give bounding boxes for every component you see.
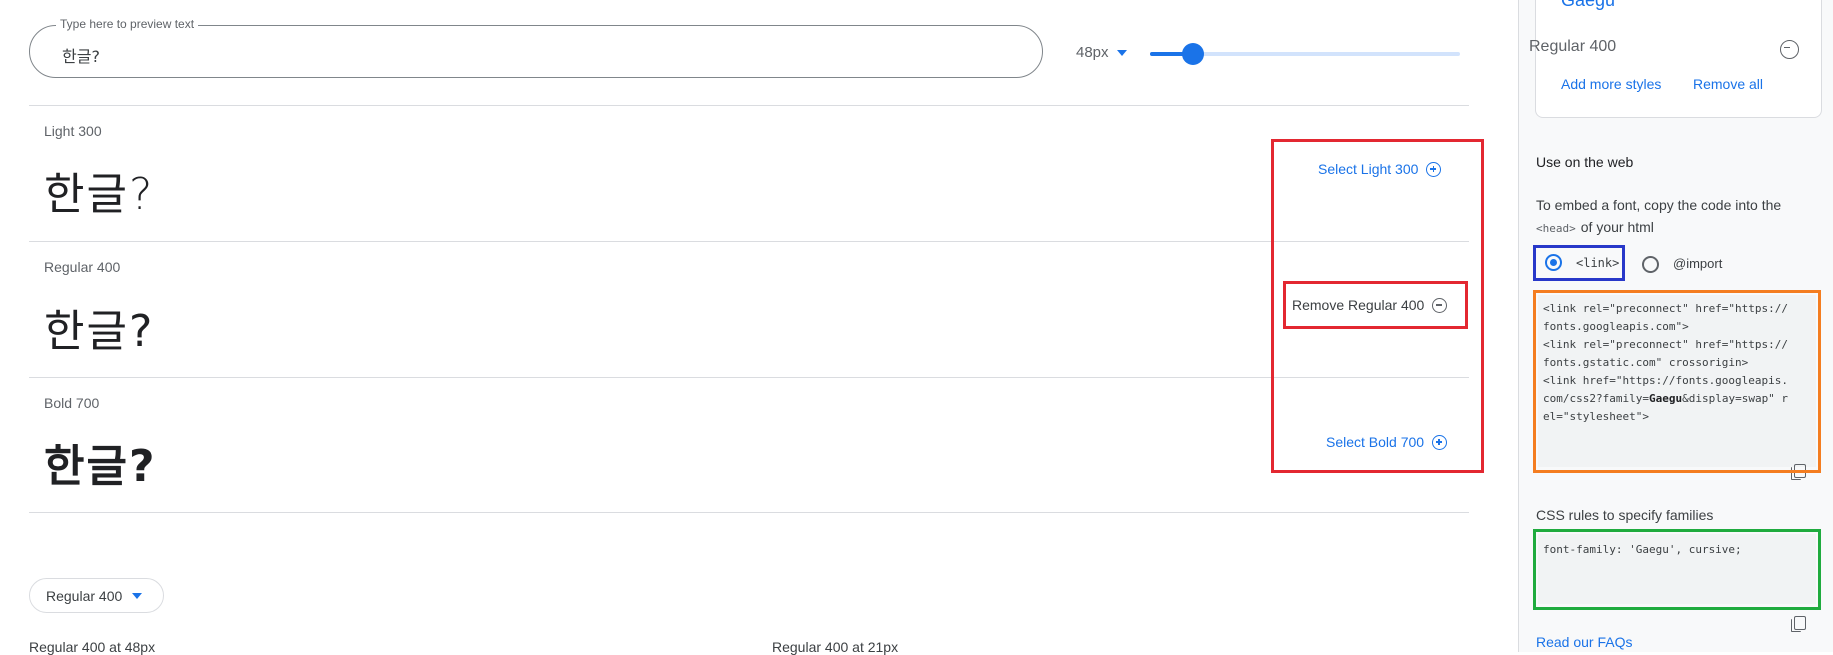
glyph-size-label-48: Regular 400 at 48px <box>29 639 156 655</box>
divider <box>29 512 1469 513</box>
embed-instructions: To embed a font, copy the code into the <box>1536 197 1782 213</box>
selected-family-card <box>1535 0 1822 118</box>
style-sample-bold-700: 한글? <box>44 441 157 492</box>
highlight-box-embed-code <box>1533 290 1821 473</box>
divider <box>29 105 1469 106</box>
embed-option-import[interactable]: @import <box>1642 254 1722 274</box>
divider <box>29 377 1469 378</box>
embed-option-import-label: @import <box>1673 256 1723 271</box>
glyph-style-value: Regular 400 <box>46 587 123 604</box>
family-name-link[interactable]: Gaegu <box>1561 0 1615 11</box>
divider <box>29 241 1469 242</box>
highlight-box-link-option <box>1533 245 1625 281</box>
read-faqs-link[interactable]: Read our FAQs <box>1536 634 1633 650</box>
embed-instructions-line2: <head> of your html <box>1536 217 1654 237</box>
use-on-web-title: Use on the web <box>1536 154 1634 170</box>
copy-icon[interactable] <box>1791 616 1806 633</box>
css-rules-title: CSS rules to specify families <box>1536 507 1714 523</box>
selected-style-label: Regular 400 <box>1529 38 1617 55</box>
preview-text-input[interactable]: 한글? <box>62 43 100 67</box>
head-tag-code: <head> <box>1536 222 1576 235</box>
remove-all-link[interactable]: Remove all <box>1693 76 1763 92</box>
radio-unselected-icon[interactable] <box>1642 255 1659 273</box>
font-size-slider-thumb[interactable] <box>1182 43 1204 65</box>
preview-text-label: Type here to preview text <box>56 17 199 31</box>
style-name-light-300: Light 300 <box>44 123 102 139</box>
style-name-bold-700: Bold 700 <box>44 395 100 411</box>
preview-text-field[interactable] <box>29 25 1043 78</box>
glyph-size-label-21: Regular 400 at 21px <box>772 639 899 655</box>
chevron-down-icon <box>132 592 143 599</box>
font-size-select[interactable]: 48px <box>1076 44 1127 61</box>
highlight-box-remove <box>1283 281 1468 329</box>
style-sample-regular-400: 한글? <box>44 306 155 357</box>
add-more-styles-link[interactable]: Add more styles <box>1561 76 1661 92</box>
style-name-regular-400: Regular 400 <box>44 259 121 275</box>
remove-style-icon[interactable] <box>1780 40 1799 59</box>
chevron-down-icon <box>1116 49 1127 56</box>
highlight-box-css-rules <box>1533 529 1821 610</box>
style-sample-light-300: 한글? <box>44 169 155 220</box>
glyph-style-select[interactable]: Regular 400 <box>29 578 164 613</box>
embed-instructions-end: of your html <box>1580 219 1654 235</box>
font-size-value: 48px <box>1076 44 1109 61</box>
